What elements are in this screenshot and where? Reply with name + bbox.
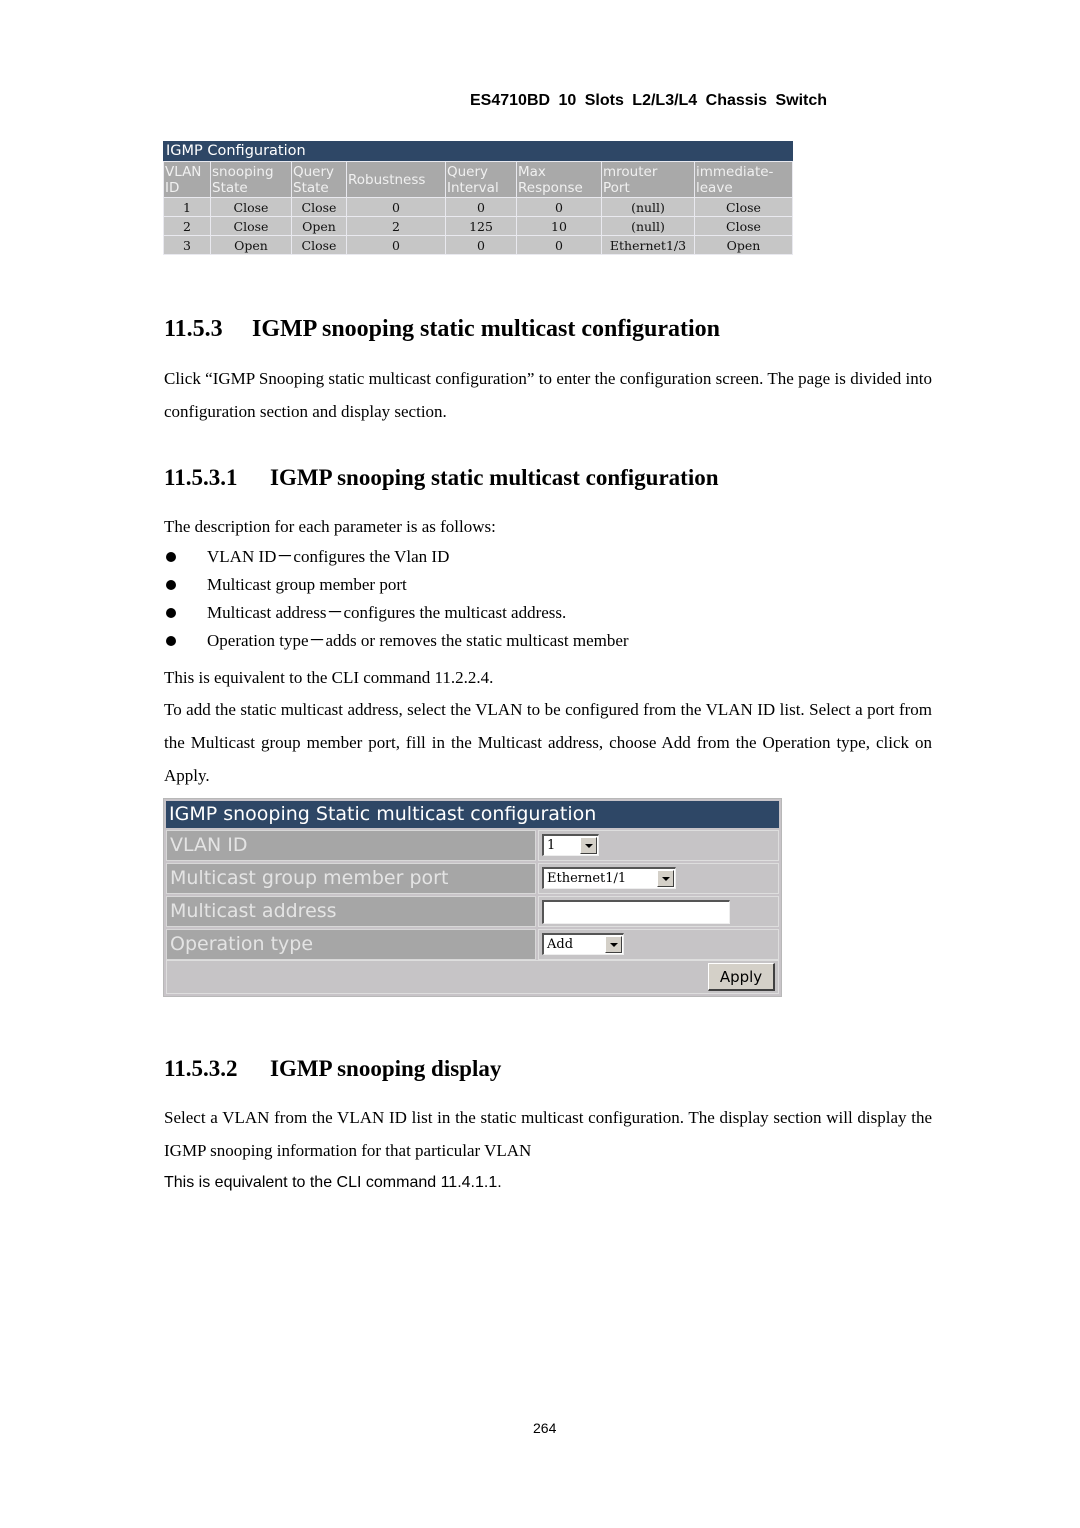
operation-type-row: Operation type Add: [166, 929, 779, 960]
operation-type-label: Operation type: [166, 929, 536, 960]
igmp-configuration-title: IGMP Configuration: [163, 141, 793, 161]
cell-query-interval: 0: [446, 198, 516, 216]
section-heading-11-5-3: 11.5.3 IGMP snooping static multicast con…: [164, 316, 720, 343]
section-title: IGMP snooping display: [270, 1056, 502, 1081]
column-header-mrouter-port: mrouter Port: [602, 162, 694, 197]
cell-robustness: 2: [347, 217, 445, 235]
column-header-vlan-id: VLAN ID: [164, 162, 210, 197]
cell-max-response: 0: [517, 236, 601, 254]
cell-query-state: Close: [292, 236, 346, 254]
cell-immediate-leave: Open: [695, 236, 792, 254]
parameter-intro: The description for each parameter is as…: [164, 517, 496, 536]
igmp-configuration-table: IGMP Configuration VLAN ID snooping State …: [163, 141, 793, 255]
section-number: 11.5.3.1: [164, 465, 238, 490]
cell-max-response: 0: [517, 198, 601, 216]
cli-note-11-2-2-4: This is equivalent to the CLI command 11…: [164, 668, 494, 687]
dropdown-arrow-icon[interactable]: [605, 936, 622, 953]
cell-immediate-leave: Close: [695, 217, 792, 235]
column-header-robustness: Robustness: [347, 162, 445, 197]
member-port-select[interactable]: Ethernet1/1: [542, 867, 676, 889]
apply-button[interactable]: Apply: [708, 963, 775, 991]
section-title: IGMP snooping static multicast configura…: [252, 316, 721, 342]
section-heading-11-5-3-2: 11.5.3.2 IGMP snooping display: [164, 1056, 501, 1082]
bullet-icon: [166, 552, 176, 562]
bullet-icon: [166, 580, 176, 590]
vlan-id-select[interactable]: 1: [542, 834, 599, 856]
cell-snooping-state: Open: [211, 236, 291, 254]
vlan-id-selected-value: 1: [547, 838, 556, 853]
section-number: 11.5.3.2: [164, 1056, 238, 1081]
dropdown-arrow-icon[interactable]: [657, 870, 674, 887]
page-number: 264: [533, 1420, 557, 1436]
cell-robustness: 0: [347, 236, 445, 254]
section-number: 11.5.3: [164, 316, 223, 342]
running-header: ES4710BD 10 Slots L2/L3/L4 Chassis Switc…: [470, 92, 828, 109]
cell-snooping-state: Close: [211, 217, 291, 235]
member-port-selected-value: Ethernet1/1: [547, 871, 627, 886]
bullet-icon: [166, 608, 176, 618]
vlan-id-row: VLAN ID 1: [166, 830, 779, 861]
column-header-query-interval: Query Interval: [446, 162, 516, 197]
cell-query-state: Open: [292, 217, 346, 235]
list-item: Operation type－adds or removes the stati…: [164, 627, 629, 655]
bullet-icon: [166, 636, 176, 646]
vlan-id-label: VLAN ID: [166, 830, 536, 861]
add-instructions: To add the static multicast address, sel…: [164, 700, 932, 785]
member-port-label: Multicast group member port: [166, 863, 536, 894]
cell-snooping-state: Close: [211, 198, 291, 216]
table-row: 2 Close Open 2 125 10 (null) Close: [164, 217, 792, 235]
cell-mrouter-port: (null): [602, 217, 694, 235]
table-header-row: VLAN ID snooping State Query State Robustne…: [164, 162, 792, 197]
operation-type-selected-value: Add: [547, 937, 574, 952]
section-title: IGMP snooping static multicast configura…: [270, 465, 719, 490]
panel-title: IGMP snooping Static multicast configura…: [166, 801, 779, 828]
cell-vlan-id: 1: [164, 198, 210, 216]
section-heading-11-5-3-1: 11.5.3.1 IGMP snooping static multicast c…: [164, 465, 719, 491]
column-header-snooping-state: snooping State: [211, 162, 291, 197]
section-11-5-3-paragraph: Click “IGMP Snooping static multicast co…: [164, 369, 932, 421]
static-multicast-config-panel: IGMP snooping Static multicast configura…: [163, 798, 782, 997]
cell-query-state: Close: [292, 198, 346, 216]
member-port-row: Multicast group member port Ethernet1/1: [166, 863, 779, 894]
section-11-5-3-2-paragraph: Select a VLAN from the VLAN ID list in t…: [164, 1108, 932, 1160]
cell-max-response: 10: [517, 217, 601, 235]
cell-vlan-id: 3: [164, 236, 210, 254]
cell-mrouter-port: Ethernet1/3: [602, 236, 694, 254]
list-item: Multicast address－configures the multica…: [164, 599, 629, 627]
cell-immediate-leave: Close: [695, 198, 792, 216]
cell-mrouter-port: (null): [602, 198, 694, 216]
cell-robustness: 0: [347, 198, 445, 216]
multicast-address-input[interactable]: [542, 900, 730, 924]
multicast-address-label: Multicast address: [166, 896, 536, 927]
table-row: 1 Close Close 0 0 0 (null) Close: [164, 198, 792, 216]
cell-query-interval: 0: [446, 236, 516, 254]
cell-vlan-id: 2: [164, 217, 210, 235]
apply-row: Apply: [166, 960, 779, 994]
parameter-list: VLAN ID－configures the Vlan ID Multicast…: [164, 543, 629, 655]
list-item: Multicast group member port: [164, 571, 629, 599]
cell-query-interval: 125: [446, 217, 516, 235]
cli-note-11-4-1-1: This is equivalent to the CLI command 11…: [164, 1174, 502, 1191]
dropdown-arrow-icon[interactable]: [580, 837, 597, 854]
table-row: 3 Open Close 0 0 0 Ethernet1/3 Open: [164, 236, 792, 254]
operation-type-select[interactable]: Add: [542, 933, 624, 955]
column-header-max-response: Max Response: [517, 162, 601, 197]
column-header-immediate-leave: immediate-leave: [695, 162, 792, 197]
multicast-address-row: Multicast address: [166, 896, 779, 927]
list-item: VLAN ID－configures the Vlan ID: [164, 543, 629, 571]
column-header-query-state: Query State: [292, 162, 346, 197]
